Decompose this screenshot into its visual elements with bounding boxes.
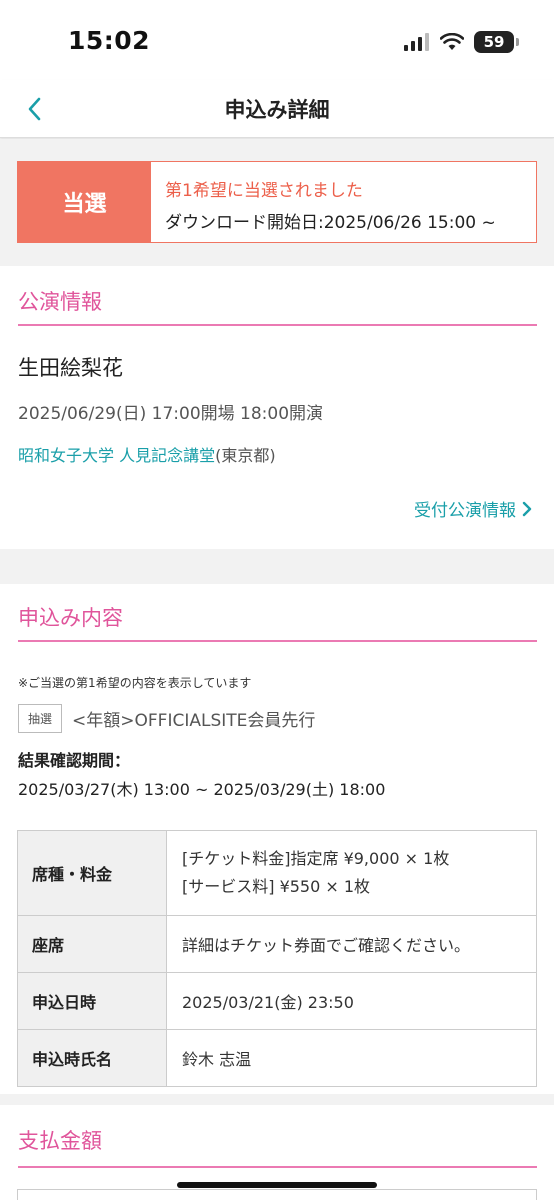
seat-value: 詳細はチケット券面でご確認ください。 (166, 915, 537, 973)
wifi-icon (440, 33, 464, 50)
service-fee: [サービス料] ¥550 × 1枚 (182, 877, 371, 896)
performance-datetime: 2025/06/29(日) 17:00開場 18:00開演 (18, 404, 324, 424)
status-icons: 59 (404, 30, 519, 54)
result-badge: 当選 (18, 162, 151, 242)
lottery-tag: 抽選 (18, 704, 63, 733)
artist-name: 生田絵梨花 (18, 356, 123, 380)
payment-table (17, 1189, 537, 1200)
performance-section-title: 公演情報 (18, 290, 102, 314)
winning-note: ※ご当選の第1希望の内容を表示しています (18, 676, 252, 690)
venue: 昭和女子大学 人見記念講堂(東京都) (18, 442, 276, 466)
result-area: 当選 第1希望に当選されました ダウンロード開始日:2025/06/26 15:… (0, 139, 554, 266)
table-row: 申込日時 2025/03/21(金) 23:50 (17, 972, 537, 1030)
reception-info-link[interactable]: 受付公演情報 (414, 496, 532, 521)
applicant-name-label: 申込時氏名 (17, 1029, 167, 1087)
section-divider (18, 1166, 537, 1168)
nav-bar: 申込み詳細 (0, 80, 554, 138)
seat-label: 座席 (17, 915, 167, 973)
reception-info-label: 受付公演情報 (414, 501, 516, 521)
home-indicator[interactable] (177, 1182, 377, 1188)
seat-price-value: [チケット料金]指定席 ¥9,000 × 1枚 [サービス料] ¥550 × 1… (166, 830, 537, 916)
download-start: ダウンロード開始日:2025/06/26 15:00 ~ (165, 213, 496, 233)
section-divider (18, 324, 537, 326)
result-period-label: 結果確認期間： (18, 751, 131, 770)
table-row: 座席 詳細はチケット券面でご確認ください。 (17, 915, 537, 973)
section-divider (18, 640, 537, 642)
application-detail-table: 席種・料金 [チケット料金]指定席 ¥9,000 × 1枚 [サービス料] ¥5… (17, 830, 537, 1087)
application-section-title: 申込み内容 (18, 606, 123, 630)
table-row: 申込時氏名 鈴木 志温 (17, 1029, 537, 1087)
payment-section-title: 支払金額 (18, 1129, 102, 1153)
application-date-label: 申込日時 (17, 972, 167, 1030)
result-banner: 当選 第1希望に当選されました ダウンロード開始日:2025/06/26 15:… (17, 161, 537, 243)
seat-price-label: 席種・料金 (17, 830, 167, 916)
venue-link[interactable]: 昭和女子大学 人見記念講堂 (18, 446, 215, 465)
application-section: 申込み内容 ※ご当選の第1希望の内容を表示しています 抽選 <年額>OFFICI… (0, 584, 554, 1094)
table-row: 席種・料金 [チケット料金]指定席 ¥9,000 × 1枚 [サービス料] ¥5… (17, 830, 537, 916)
sale-type-row: 抽選 <年額>OFFICIALSITE会員先行 (18, 704, 315, 733)
page-title: 申込み詳細 (224, 98, 330, 122)
battery-icon: 59 (474, 31, 519, 53)
status-time: 15:02 (68, 26, 151, 55)
sale-name: <年額>OFFICIALSITE会員先行 (72, 711, 316, 731)
status-bar: 15:02 59 (0, 0, 554, 80)
result-text: 第1希望に当選されました ダウンロード開始日:2025/06/26 15:00 … (151, 162, 496, 242)
ticket-price: [チケット料金]指定席 ¥9,000 × 1枚 (182, 849, 450, 868)
result-headline: 第1希望に当選されました (165, 181, 363, 201)
applicant-name-value: 鈴木 志温 (166, 1029, 537, 1087)
signal-icon (404, 33, 429, 51)
venue-prefecture: (東京都) (215, 446, 276, 465)
performance-section: 公演情報 生田絵梨花 2025/06/29(日) 17:00開場 18:00開演… (0, 266, 554, 549)
chevron-right-icon (522, 501, 532, 516)
application-date-value: 2025/03/21(金) 23:50 (166, 972, 537, 1030)
result-period-value: 2025/03/27(木) 13:00 ~ 2025/03/29(土) 18:0… (18, 780, 386, 799)
battery-level: 59 (483, 33, 505, 51)
